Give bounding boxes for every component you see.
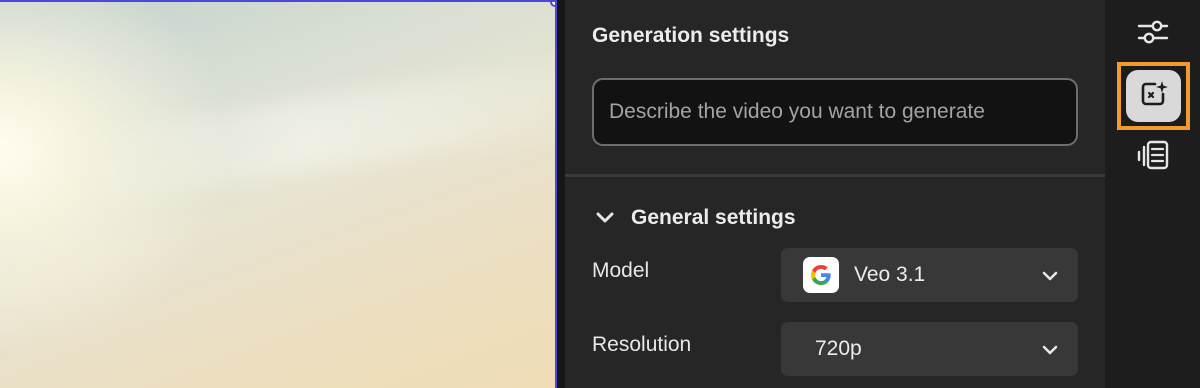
panel-separator <box>557 0 565 388</box>
rail-item-generate-video[interactable] <box>1126 70 1181 122</box>
general-settings-title: General settings <box>631 206 796 229</box>
rail-item-settings[interactable] <box>1133 16 1173 52</box>
chevron-down-icon <box>1040 266 1060 286</box>
chevron-down-icon <box>595 208 615 228</box>
section-divider <box>565 174 1105 177</box>
panel-title: Generation settings <box>592 24 790 47</box>
resolution-value: 720p <box>815 337 862 360</box>
rail-item-transcript[interactable] <box>1133 138 1173 176</box>
prompt-field[interactable] <box>592 78 1078 146</box>
model-label: Model <box>592 259 650 282</box>
model-value: Veo 3.1 <box>854 263 926 286</box>
selection-handle[interactable] <box>550 2 555 7</box>
audio-transcript-icon <box>1136 138 1170 177</box>
model-dropdown[interactable]: Veo 3.1 <box>781 248 1078 302</box>
general-settings-toggle[interactable]: General settings <box>595 206 796 230</box>
tool-rail <box>1105 0 1200 388</box>
prompt-input[interactable] <box>609 100 1061 124</box>
video-preview[interactable] <box>0 0 557 388</box>
generation-settings-panel: Generation settings General settings Mod… <box>565 0 1105 388</box>
resolution-dropdown[interactable]: 720p <box>781 322 1078 376</box>
generate-video-icon <box>1138 78 1170 115</box>
preview-light-streak <box>77 48 555 206</box>
sliders-icon <box>1136 17 1170 52</box>
chevron-down-icon <box>1040 340 1060 360</box>
resolution-label: Resolution <box>592 333 692 356</box>
google-logo-icon <box>803 257 839 293</box>
